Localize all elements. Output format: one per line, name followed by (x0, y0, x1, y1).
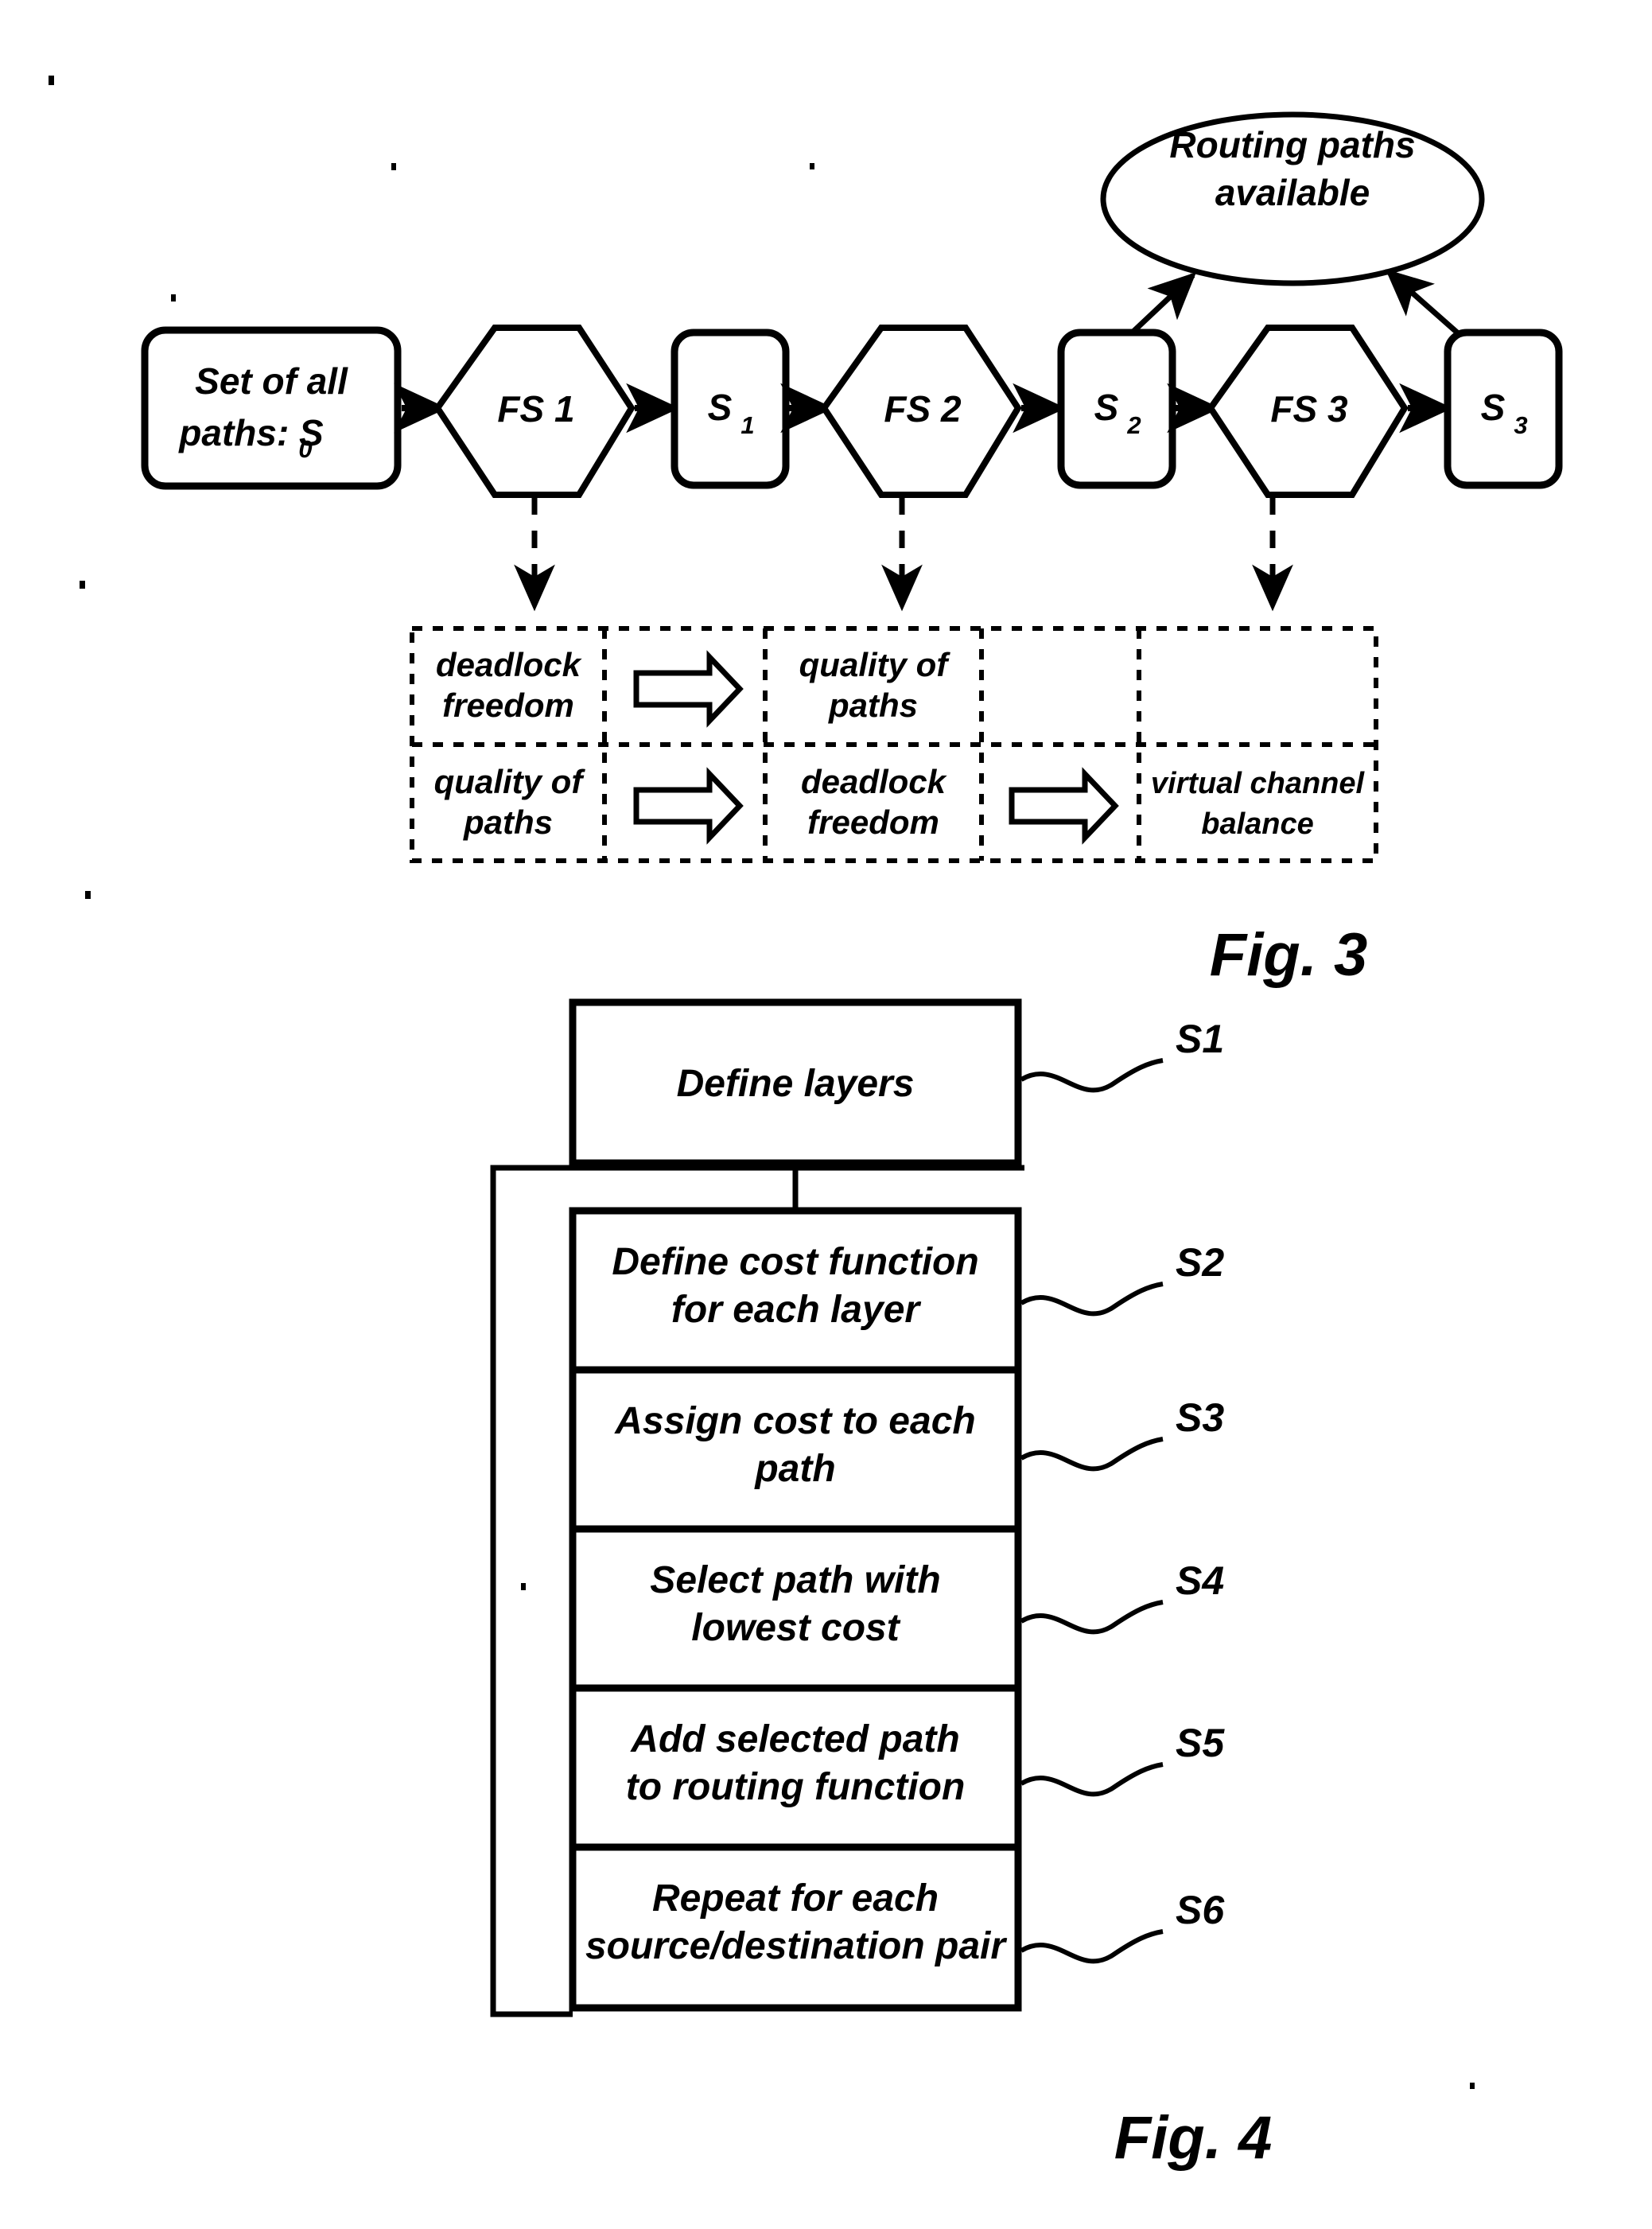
cell-r2c1-line2: paths (463, 803, 553, 841)
terminal-ellipse-line2: available (1215, 172, 1370, 213)
fs3-label: FS 3 (1270, 388, 1348, 430)
s3-subscript: 3 (1514, 411, 1527, 439)
filter-stage-3-node: FS 3 (1207, 325, 1409, 498)
arrow-s3-to-available (1385, 269, 1466, 340)
step-id-s6: S6 (1176, 1888, 1225, 1932)
print-speck (391, 163, 396, 170)
cell-r1c3-line2: paths (828, 687, 918, 724)
step-id-s3: S3 (1176, 1395, 1224, 1440)
step-s4-line1: Select path with (650, 1559, 940, 1601)
print-speck (85, 891, 91, 899)
s2-label: S (1094, 387, 1119, 428)
step-box-s5: Add selected path to routing function (569, 1684, 1022, 1853)
leader-line-s5 (1020, 1762, 1164, 1797)
cell-r2c3-line1: deadlock (801, 763, 948, 800)
leader-line-s6 (1020, 1929, 1164, 1964)
cell-r1c1-line1: deadlock (436, 646, 583, 683)
print-speck (49, 76, 54, 85)
figure-3: Routing paths available Set of all paths… (49, 76, 1563, 989)
start-box-subscript: 0 (298, 435, 312, 463)
cell-r2c3-line2: freedom (807, 803, 939, 841)
routing-paths-available-node: Routing paths available (1100, 111, 1485, 286)
block-arrow-right-icon (1009, 767, 1119, 845)
criteria-table: deadlock freedom quality of paths qualit… (410, 626, 1378, 863)
fs2-label: FS 2 (884, 388, 962, 430)
filter-stage-1-node: FS 1 (433, 325, 636, 498)
step-s2-line1: Define cost function (612, 1241, 978, 1283)
step-id-s4: S4 (1176, 1558, 1224, 1603)
step-box-s3: Assign cost to each path (569, 1366, 1022, 1535)
print-speck (80, 581, 85, 589)
leader-line-s2 (1020, 1282, 1164, 1317)
step-id-s5: S5 (1176, 1721, 1225, 1765)
cell-r2c5-line2: balance (1201, 807, 1314, 841)
state-s2-node: S 2 (1057, 329, 1176, 489)
s2-subscript: 2 (1126, 411, 1141, 439)
cell-r2c1-line1: quality of (434, 763, 586, 800)
block-arrow-right-icon (633, 767, 744, 845)
figure-4-caption: Fig. 4 (1114, 2104, 1272, 2172)
s1-subscript: 1 (740, 411, 754, 439)
cell-r1c3-line1: quality of (799, 646, 951, 683)
s1-label: S (708, 387, 733, 428)
cell-r1c1-line2: freedom (442, 687, 574, 724)
step-box-s4: Select path with lowest cost (569, 1525, 1022, 1694)
step-s5-line2: to routing function (626, 1766, 966, 1808)
step-box-s6: Repeat for each source/destination pair (569, 1843, 1022, 2012)
terminal-ellipse-line1: Routing paths (1169, 124, 1415, 165)
step-s2-line2: for each layer (671, 1289, 921, 1331)
step-s5-line1: Add selected path (630, 1718, 959, 1760)
step-s4-line2: lowest cost (691, 1607, 900, 1649)
filter-stage-2-node: FS 2 (820, 325, 1022, 498)
cell-r2c5-line1: virtual channel (1151, 767, 1366, 800)
state-s3-node: S 3 (1444, 329, 1563, 489)
print-speck (810, 163, 814, 169)
print-speck (521, 1583, 526, 1590)
step-s6-line2: source/destination pair (585, 1925, 1007, 1967)
s3-label: S (1481, 387, 1506, 428)
print-speck (171, 294, 176, 301)
step-id-s1: S1 (1176, 1017, 1224, 1061)
leader-line-s4 (1020, 1600, 1164, 1635)
set-of-all-paths-box: Set of all paths: S 0 (141, 326, 402, 490)
print-speck (1470, 2083, 1475, 2089)
criteria-table-row: deadlock freedom quality of paths (436, 646, 951, 728)
arrow-s2-to-available (1124, 272, 1197, 340)
step-s1-line1: Define layers (677, 1063, 915, 1105)
leader-line-s3 (1020, 1437, 1164, 1472)
fs1-label: FS 1 (497, 388, 574, 430)
step-s6-line1: Repeat for each (652, 1877, 939, 1920)
step-box-s1: Define layers (569, 998, 1022, 1167)
drawing-canvas: Routing paths available Set of all paths… (49, 76, 1563, 2172)
leader-line-s1 (1020, 1058, 1164, 1093)
block-arrow-right-icon (633, 650, 744, 728)
start-box-line1: Set of all (195, 360, 348, 402)
start-box-shape (141, 326, 402, 490)
step-id-s2: S2 (1176, 1240, 1224, 1285)
step-box-s2: Define cost function for each layer (569, 1207, 1022, 1375)
state-s1-node: S 1 (671, 329, 790, 489)
figure-3-caption: Fig. 3 (1210, 921, 1367, 989)
step-s3-line1: Assign cost to each (614, 1400, 975, 1442)
step-s3-line2: path (753, 1448, 835, 1490)
figure-4: Define layers S1 Define cost function fo… (490, 998, 1475, 2172)
criteria-table-row: quality of paths deadlock freedom virtua… (434, 763, 1366, 845)
patent-drawing-sheet: Routing paths available Set of all paths… (0, 0, 1652, 2229)
